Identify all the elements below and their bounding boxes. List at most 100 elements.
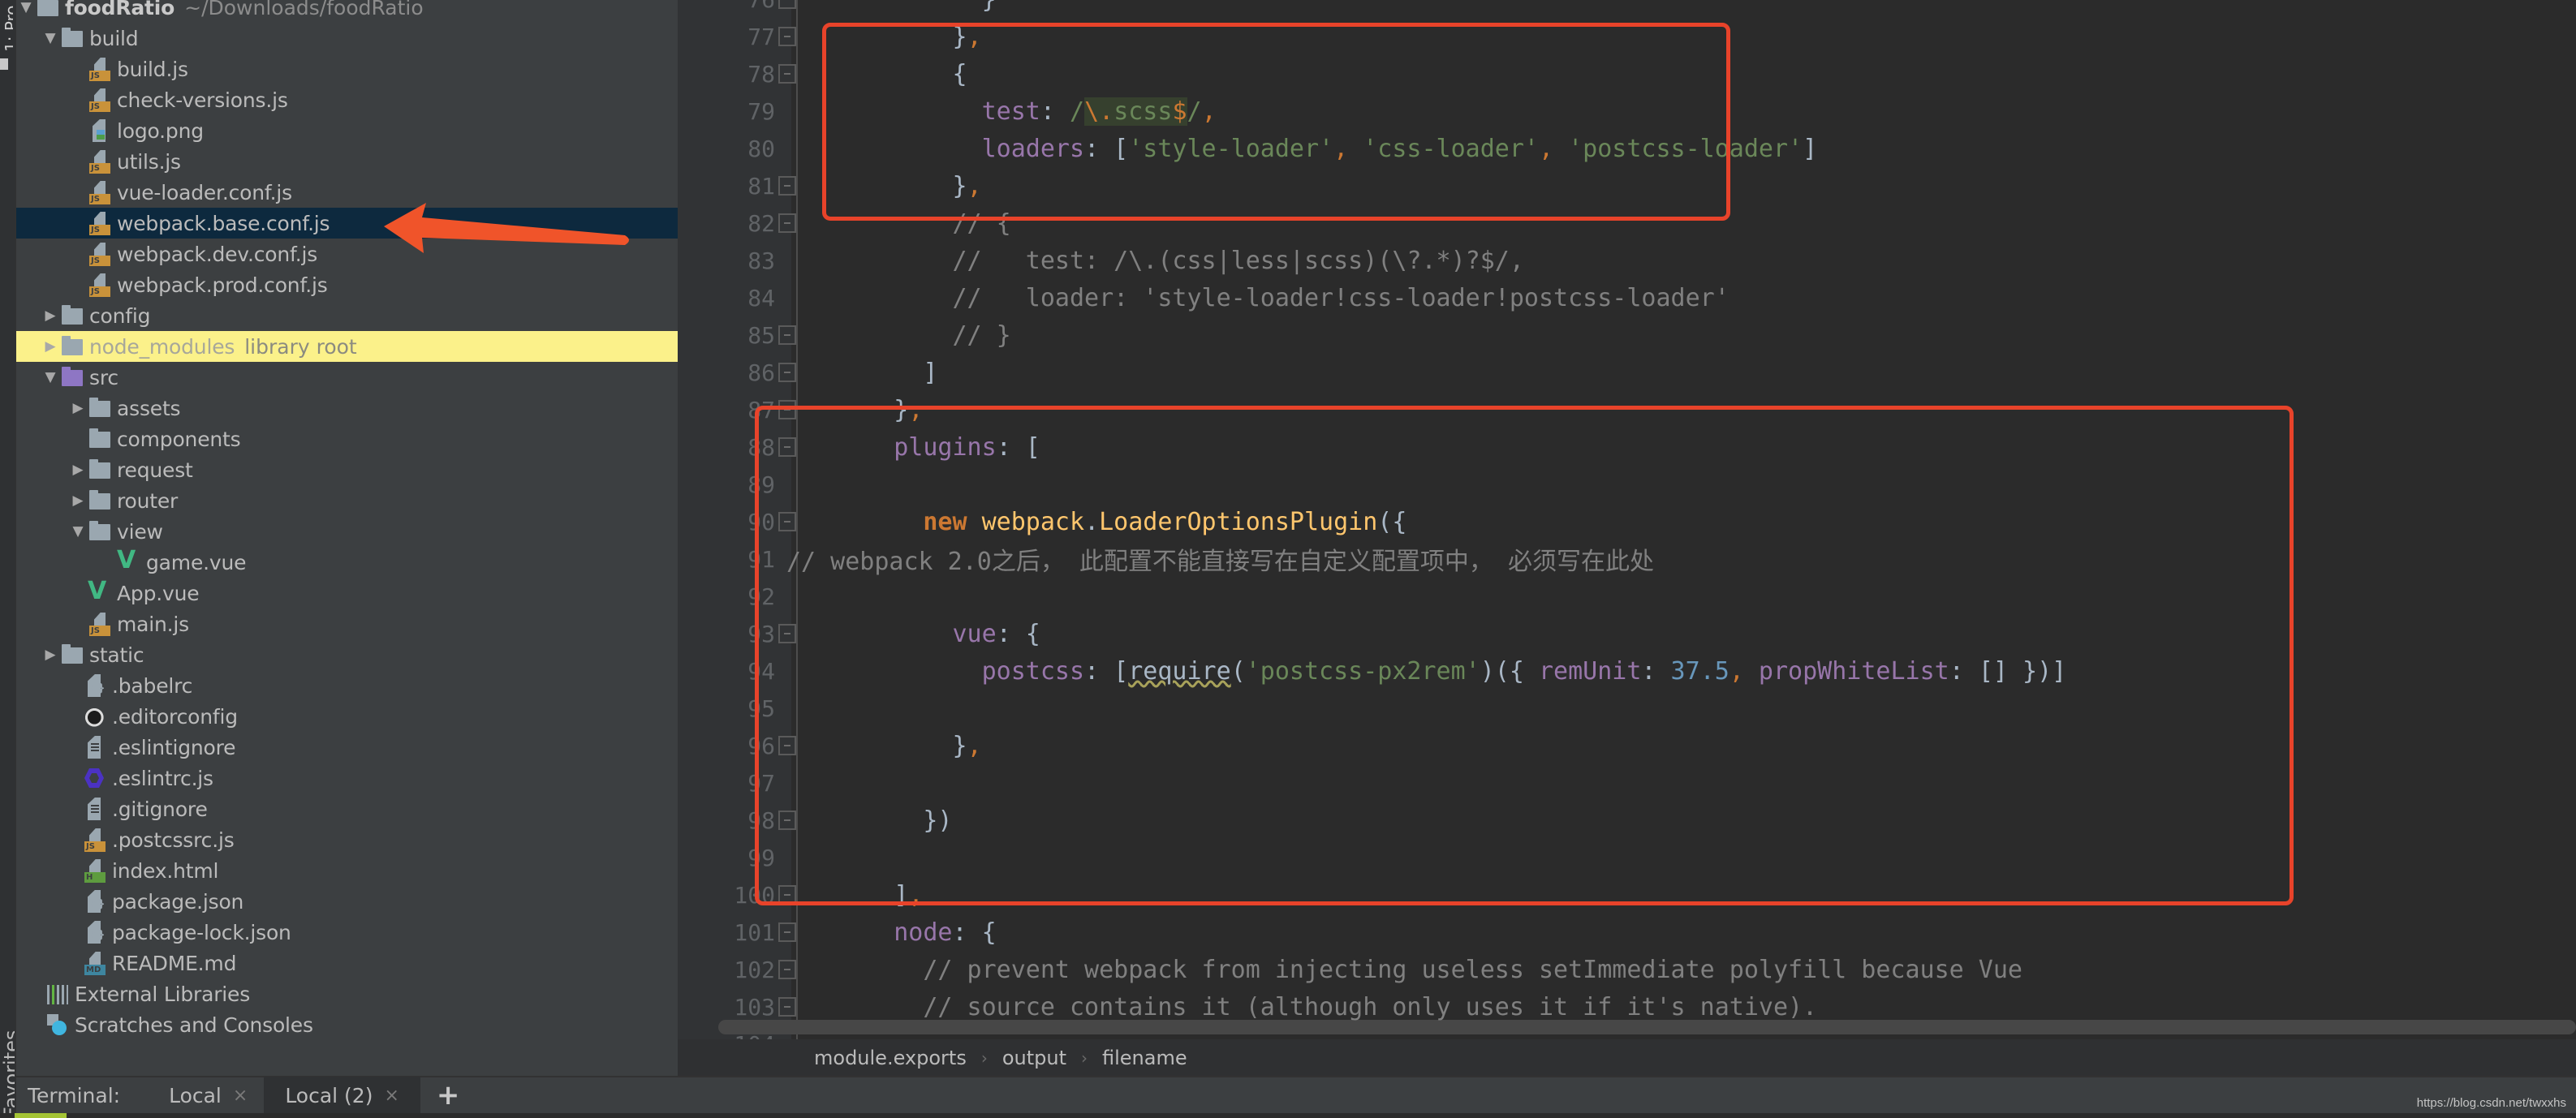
terminal-tab-local[interactable]: Local × [153, 1077, 264, 1114]
tree-item[interactable]: ▶JScheck-versions.js [16, 84, 678, 115]
tree-item[interactable]: ▶ assets [16, 393, 678, 424]
code-line[interactable]: 76 } [678, 0, 2576, 18]
expand-arrow-right-icon[interactable]: ▶ [68, 492, 88, 509]
tree-item[interactable]: ▼ foodRatio ~/Downloads/foodRatio [16, 0, 678, 23]
tree-item[interactable]: ▶ node_modules library root [16, 331, 678, 362]
code-line[interactable]: 94 postcss: [require('postcss-px2rem')({… [678, 652, 2576, 690]
expand-arrow-right-icon[interactable]: ▶ [68, 462, 88, 478]
tree-item[interactable]: ▶Hindex.html [16, 855, 678, 886]
code-line[interactable]: 102 // prevent webpack from injecting us… [678, 951, 2576, 988]
tree-item[interactable]: ▶ config [16, 300, 678, 331]
code-line[interactable]: 95 [678, 690, 2576, 727]
fold-toggle-icon[interactable] [778, 960, 796, 979]
code-line[interactable]: 78 { [678, 55, 2576, 92]
fold-toggle-icon[interactable] [778, 27, 796, 46]
tree-item[interactable]: ▶JSbuild.js [16, 54, 678, 84]
tree-item[interactable]: ▶JSutils.js [16, 146, 678, 177]
tree-item[interactable]: ▼ src [16, 362, 678, 393]
code-line[interactable]: 88 plugins: [ [678, 428, 2576, 466]
project-tool-window-button[interactable]: 1: Pro [2, 3, 13, 52]
breadcrumb-item-filename[interactable]: filename [1102, 1047, 1187, 1069]
fold-toggle-icon[interactable] [778, 213, 796, 233]
fold-toggle-icon[interactable] [778, 997, 796, 1017]
tree-item[interactable]: ▶JSwebpack.dev.conf.js [16, 239, 678, 269]
code-line[interactable]: 98 }) [678, 802, 2576, 839]
fold-toggle-icon[interactable] [778, 624, 796, 643]
code-line[interactable]: 104 [678, 1026, 2576, 1040]
fold-toggle-icon[interactable] [778, 736, 796, 755]
tree-item[interactable]: ▶.eslintignore [16, 732, 678, 763]
expand-arrow-down-icon[interactable]: ▼ [68, 523, 88, 540]
close-icon[interactable]: × [384, 1086, 398, 1106]
code-line[interactable]: 79 test: /\.scss$/, [678, 92, 2576, 130]
code-line[interactable]: 80 loaders: ['style-loader', 'css-loader… [678, 130, 2576, 167]
expand-arrow-right-icon[interactable]: ▶ [41, 647, 60, 663]
tree-item[interactable]: ▶External Libraries [16, 978, 678, 1009]
code-line[interactable]: 93 vue: { [678, 615, 2576, 652]
tree-item[interactable]: ▶ request [16, 454, 678, 485]
tree-item[interactable]: ▼ view [16, 516, 678, 547]
code-line[interactable]: 101 node: { [678, 914, 2576, 951]
code-line[interactable]: 77 }, [678, 18, 2576, 55]
fold-toggle-icon[interactable] [778, 64, 796, 84]
expand-arrow-right-icon[interactable]: ▶ [41, 307, 60, 324]
tree-item[interactable]: ▶.editorconfig [16, 701, 678, 732]
tree-item[interactable]: ▶Scratches and Consoles [16, 1009, 678, 1040]
fold-toggle-icon[interactable] [778, 885, 796, 905]
tree-item[interactable]: ▼ build [16, 23, 678, 54]
code-line[interactable]: 90 new webpack.LoaderOptionsPlugin({ [678, 503, 2576, 540]
code-line[interactable]: 91 // webpack 2.0之后， 此配置不能直接写在自定义配置项中， 必须… [678, 540, 2576, 578]
new-terminal-tab-button[interactable]: + [437, 1079, 460, 1112]
code-line[interactable]: 87 }, [678, 391, 2576, 428]
tree-item[interactable]: ▶{}package-lock.json [16, 917, 678, 948]
tree-item[interactable]: ▶ static [16, 639, 678, 670]
tree-item[interactable]: ▶MDREADME.md [16, 948, 678, 978]
code-line[interactable]: 97 [678, 764, 2576, 802]
tree-item[interactable]: ▶{}.babelrc [16, 670, 678, 701]
fold-toggle-icon[interactable] [778, 400, 796, 419]
fold-toggle-icon[interactable] [778, 437, 796, 457]
code-line[interactable]: 96 }, [678, 727, 2576, 764]
tree-item[interactable]: ▶JS.postcssrc.js [16, 824, 678, 855]
tree-item[interactable]: ▶JSwebpack.base.conf.js [16, 208, 678, 239]
expand-arrow-down-icon[interactable]: ▼ [16, 0, 36, 15]
close-icon[interactable]: × [233, 1086, 248, 1106]
code-line[interactable]: 86 ] [678, 354, 2576, 391]
tree-item[interactable]: ▶JSmain.js [16, 608, 678, 639]
code-line[interactable]: 83 // test: /\.(css|less|scss)(\?.*)?$/, [678, 242, 2576, 279]
expand-arrow-right-icon[interactable]: ▶ [68, 400, 88, 416]
expand-arrow-down-icon[interactable]: ▼ [41, 30, 60, 46]
tree-item[interactable]: ▶Vgame.vue [16, 547, 678, 578]
expand-arrow-down-icon[interactable]: ▼ [41, 369, 60, 385]
expand-arrow-right-icon[interactable]: ▶ [41, 338, 60, 355]
code-line[interactable]: 103 // source contains it (although only… [678, 988, 2576, 1026]
tree-item[interactable]: ▶components [16, 424, 678, 454]
code-line[interactable]: 100 ], [678, 876, 2576, 914]
code-line[interactable]: 82 // { [678, 204, 2576, 242]
code-line[interactable]: 92 [678, 578, 2576, 615]
fold-toggle-icon[interactable] [778, 922, 796, 942]
code-editor[interactable]: 76 }77 },78 {79 test: /\.scss$/,80 loade… [678, 0, 2576, 1039]
tree-item[interactable]: ▶ router [16, 485, 678, 516]
code-line[interactable]: 89 [678, 466, 2576, 503]
code-line[interactable]: 99 [678, 839, 2576, 876]
code-line[interactable]: 85 // } [678, 316, 2576, 354]
tree-item[interactable]: ▶.gitignore [16, 793, 678, 824]
fold-toggle-icon[interactable] [778, 811, 796, 830]
tree-item[interactable]: ▶JSwebpack.prod.conf.js [16, 269, 678, 300]
tree-item[interactable]: ▶{}package.json [16, 886, 678, 917]
terminal-tab-local-2[interactable]: Local (2) × [264, 1077, 420, 1114]
breadcrumb-item-module-exports[interactable]: module.exports [814, 1047, 967, 1069]
tree-item[interactable]: ▶logo.png [16, 115, 678, 146]
tree-item[interactable]: ▶.eslintrc.js [16, 763, 678, 793]
tree-item[interactable]: ▶VApp.vue [16, 578, 678, 608]
breadcrumb-item-output[interactable]: output [1002, 1047, 1066, 1069]
fold-toggle-icon[interactable] [778, 363, 796, 382]
code-line[interactable]: 84 // loader: 'style-loader!css-loader!p… [678, 279, 2576, 316]
tree-item[interactable]: ▶JSvue-loader.conf.js [16, 177, 678, 208]
code-line[interactable]: 81 }, [678, 167, 2576, 204]
favorites-tool-window-button[interactable]: Favorites [0, 1029, 15, 1118]
fold-toggle-icon[interactable] [778, 0, 796, 9]
fold-toggle-icon[interactable] [778, 512, 796, 531]
fold-toggle-icon[interactable] [778, 325, 796, 345]
